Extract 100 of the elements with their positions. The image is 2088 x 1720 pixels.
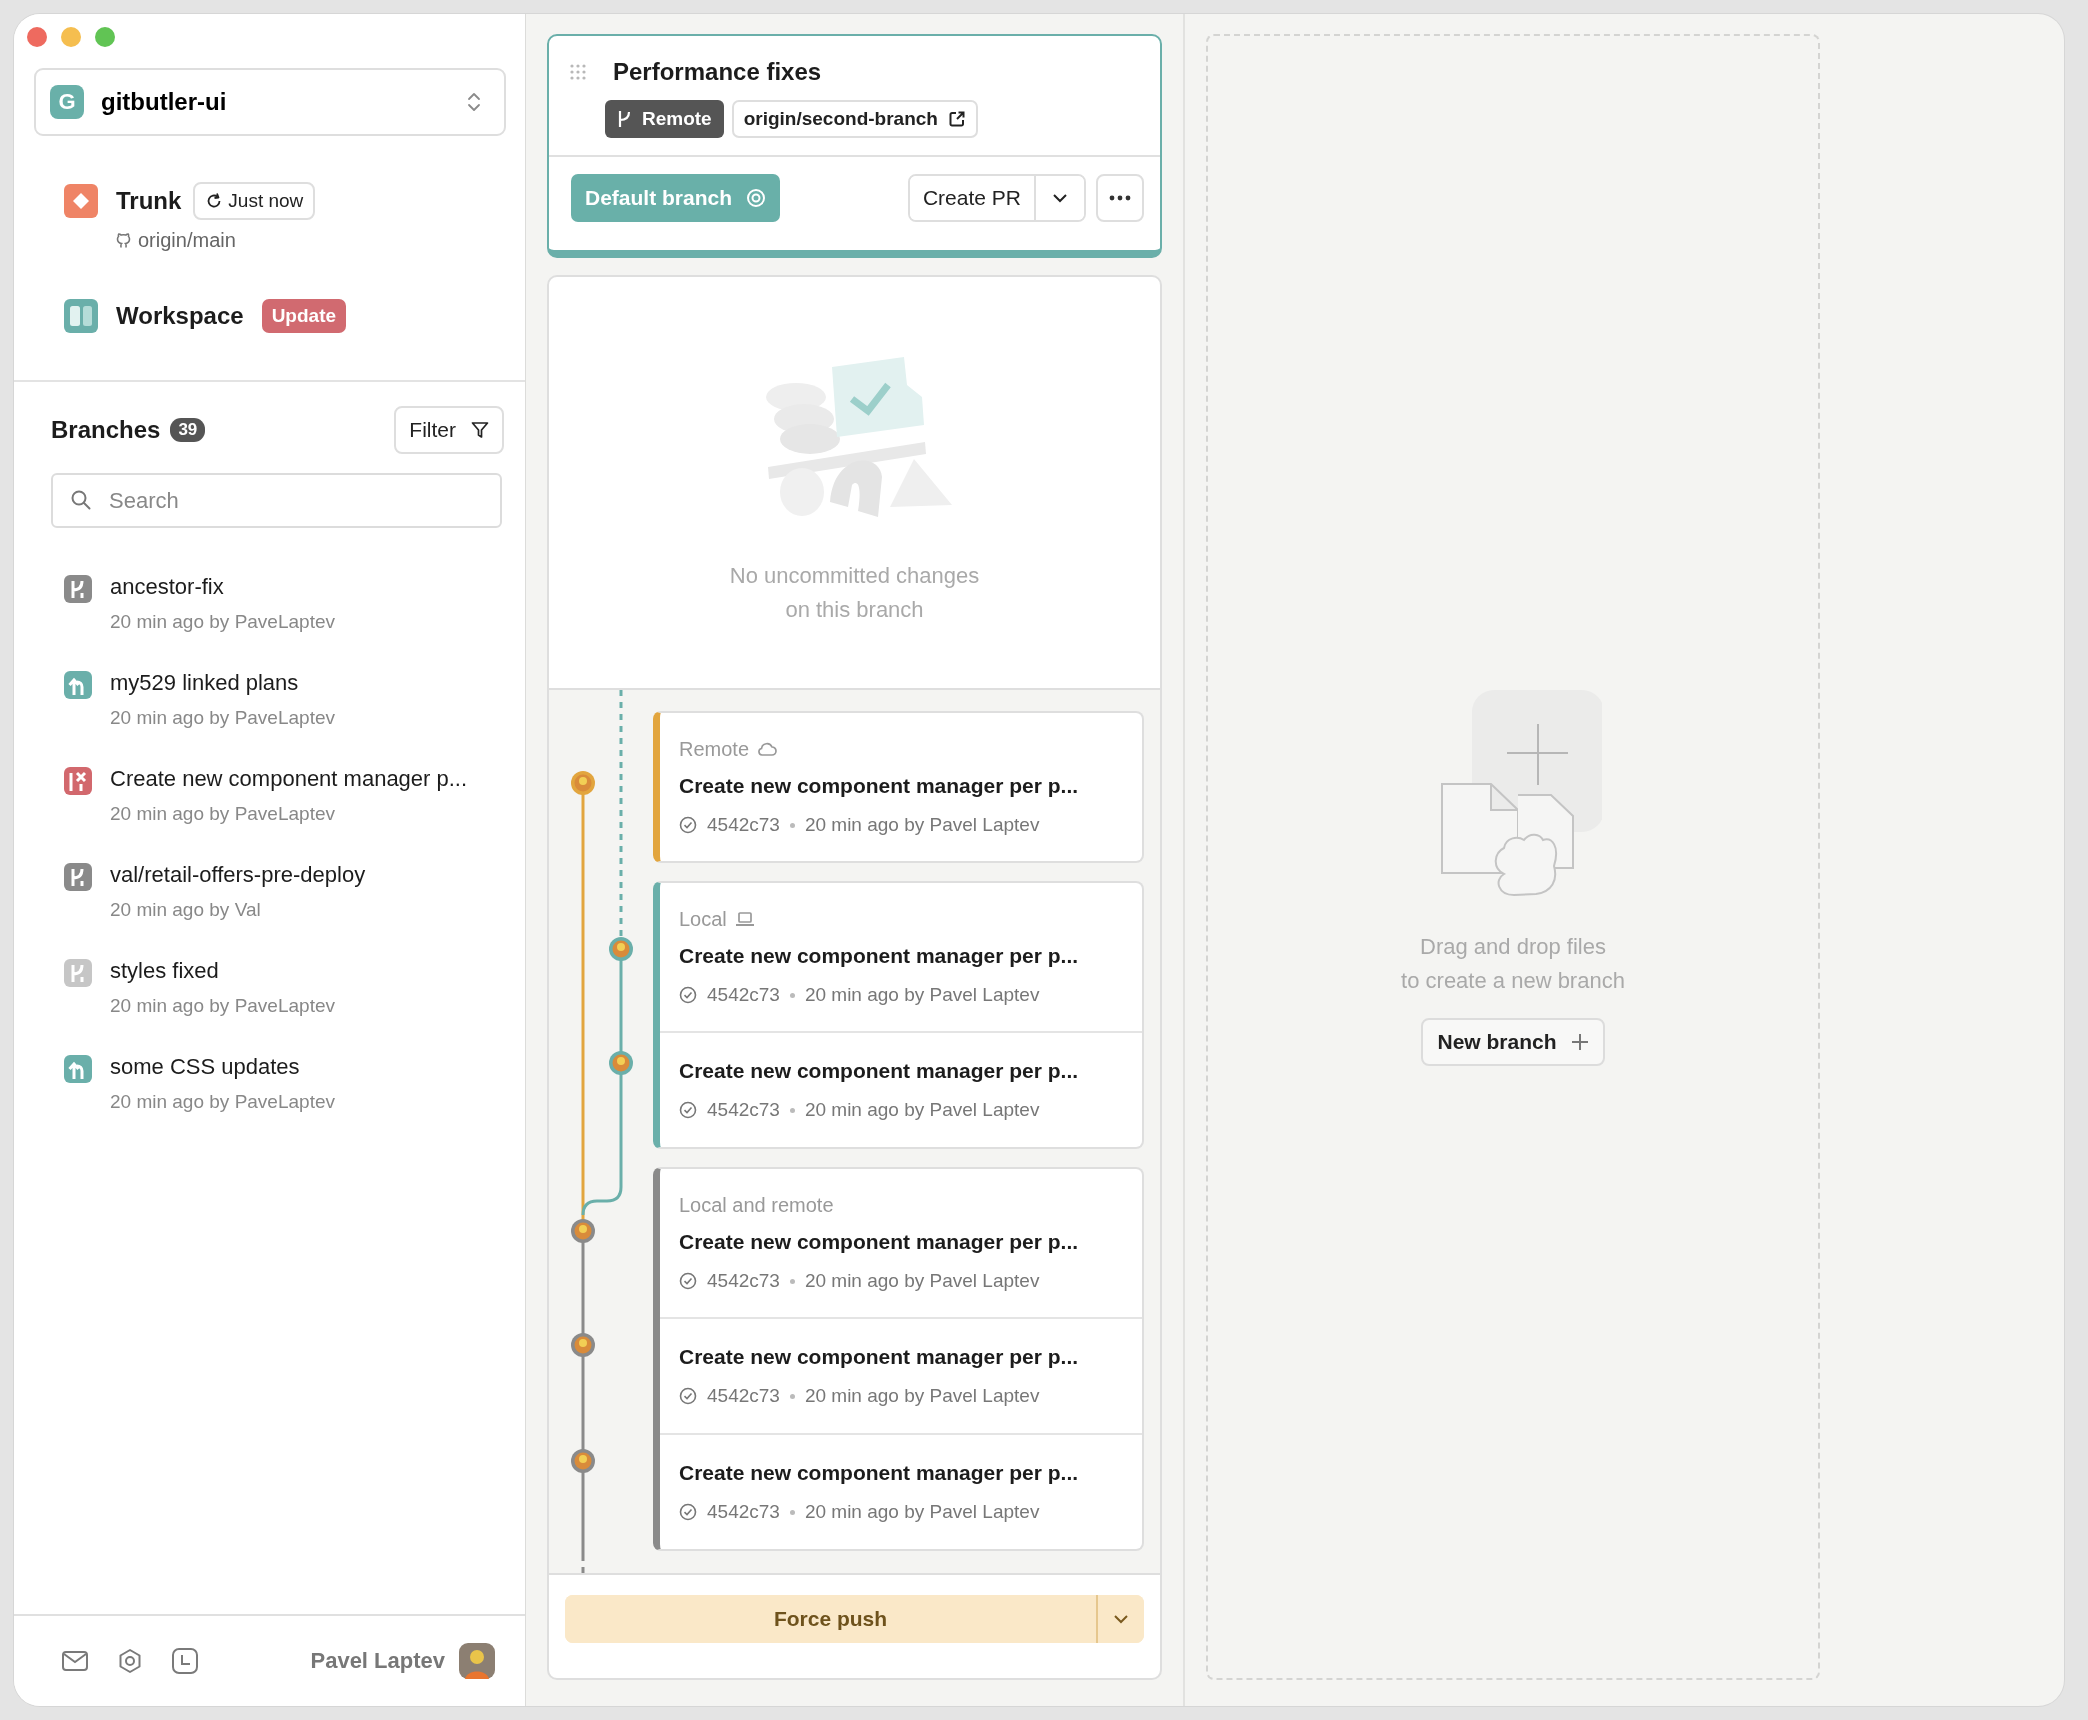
new-branch-button[interactable]: New branch — [1421, 1018, 1605, 1066]
branch-icon — [617, 110, 633, 128]
separator-dot — [789, 1278, 795, 1284]
commit-avatar — [609, 937, 633, 961]
commit-hash[interactable]: 4542c73 — [707, 1270, 780, 1292]
branch-name[interactable]: Create new component manager p... — [110, 766, 468, 792]
zoom-window-icon[interactable] — [95, 27, 115, 47]
tag-label: Remote — [642, 108, 712, 130]
branch-meta: 20 min ago by PaveLaptev — [110, 995, 335, 1017]
force-push-button[interactable]: Force push — [565, 1595, 1098, 1643]
branch-icon — [64, 863, 92, 891]
update-badge[interactable]: Update — [261, 299, 347, 333]
branch-name[interactable]: some CSS updates — [110, 1054, 335, 1080]
check-circle-icon — [679, 1503, 697, 1521]
branch-icon — [64, 767, 92, 795]
commit-meta: 20 min ago by Pavel Laptev — [804, 1501, 1040, 1523]
commit-hash[interactable]: 4542c73 — [707, 1385, 780, 1407]
commit-avatar — [571, 1333, 595, 1357]
project-avatar: G — [50, 85, 84, 119]
branch-meta: 20 min ago by PaveLaptev — [110, 1091, 335, 1113]
search-field[interactable]: Search — [51, 473, 502, 528]
commit-avatar — [609, 1051, 633, 1075]
chevron-down-icon — [1113, 1614, 1129, 1624]
branch-meta: 20 min ago by PaveLaptev — [110, 707, 335, 729]
commit-meta: 20 min ago by Pavel Laptev — [804, 814, 1040, 836]
separator-dot — [789, 1107, 795, 1113]
trunk-label[interactable]: Trunk — [116, 187, 182, 215]
commit-avatar — [571, 1219, 595, 1243]
empty-state-text: No uncommitted changes — [729, 562, 980, 590]
external-link-icon — [947, 110, 966, 128]
commit-hash[interactable]: 4542c73 — [707, 1501, 780, 1523]
chevron-down-icon — [1052, 193, 1068, 203]
branch-icon — [64, 671, 92, 699]
target-icon — [746, 188, 767, 208]
commit-group-label: Local and remote — [679, 1193, 834, 1217]
separator-dot — [789, 1509, 795, 1515]
commit-avatar — [571, 1449, 595, 1473]
remote-branch-link[interactable]: origin/second-branch — [731, 100, 978, 138]
project-selector[interactable]: G gitbutler-ui — [34, 68, 506, 136]
sync-button[interactable]: Just now — [193, 182, 316, 220]
create-pr-button[interactable]: Create PR — [909, 176, 1036, 220]
cloud-icon — [757, 741, 778, 757]
branch-icon — [64, 1055, 92, 1083]
user-avatar[interactable] — [459, 1643, 495, 1679]
branch-count: 39 — [170, 418, 206, 442]
workspace-label[interactable]: Workspace — [116, 302, 244, 330]
separator-dot — [789, 992, 795, 998]
workspace-icon — [64, 299, 98, 333]
branch-icon — [64, 959, 92, 987]
branch-meta: 20 min ago by PaveLaptev — [110, 803, 336, 825]
settings-icon[interactable] — [117, 1648, 143, 1674]
branch-name[interactable]: my529 linked plans — [110, 670, 335, 696]
branch-title[interactable]: Performance fixes — [613, 58, 822, 86]
check-circle-icon — [679, 1387, 697, 1405]
commit-group-label: Remote — [679, 737, 750, 761]
filter-icon — [470, 420, 490, 440]
commit-title[interactable]: Create new component manager per p... — [679, 1056, 1142, 1086]
filter-button[interactable]: Filter — [394, 406, 504, 454]
github-icon — [115, 232, 132, 249]
commit-meta: 20 min ago by Pavel Laptev — [804, 1385, 1040, 1407]
empty-state-text: on this branch — [785, 596, 924, 624]
commit-hash[interactable]: 4542c73 — [707, 1099, 780, 1121]
drag-handle-icon[interactable] — [569, 63, 587, 81]
branch-icon — [64, 575, 92, 603]
drop-hint-text: to create a new branch — [1401, 967, 1625, 995]
check-circle-icon — [679, 1101, 697, 1119]
commit-hash[interactable]: 4542c73 — [707, 814, 780, 836]
clock-icon[interactable] — [171, 1647, 199, 1675]
plus-icon — [1570, 1033, 1589, 1051]
branches-heading: Branches — [51, 416, 161, 444]
commit-title[interactable]: Create new component manager per p... — [679, 771, 1142, 801]
commit-title[interactable]: Create new component manager per p... — [679, 941, 1142, 971]
commit-meta: 20 min ago by Pavel Laptev — [804, 984, 1040, 1006]
commit-group-label: Local — [679, 907, 727, 931]
drop-hint-text: Drag and drop files — [1420, 933, 1606, 961]
minimize-window-icon[interactable] — [61, 27, 81, 47]
close-window-icon[interactable] — [27, 27, 47, 47]
user-name[interactable]: Pavel Laptev — [310, 1648, 445, 1674]
branch-name[interactable]: ancestor-fix — [110, 574, 335, 600]
commit-meta: 20 min ago by Pavel Laptev — [804, 1099, 1040, 1121]
chevrons-icon — [466, 90, 482, 114]
commit-avatar — [571, 771, 595, 795]
laptop-icon — [734, 911, 755, 927]
commit-title[interactable]: Create new component manager per p... — [679, 1458, 1142, 1488]
more-button[interactable] — [1096, 174, 1144, 222]
commit-meta: 20 min ago by Pavel Laptev — [804, 1270, 1040, 1292]
trunk-icon — [64, 184, 98, 218]
branch-name[interactable]: styles fixed — [110, 958, 335, 984]
separator-dot — [789, 1393, 795, 1399]
commit-title[interactable]: Create new component manager per p... — [679, 1227, 1142, 1257]
check-circle-icon — [679, 816, 697, 834]
separator-dot — [789, 822, 795, 828]
commit-title[interactable]: Create new component manager per p... — [679, 1342, 1142, 1372]
branch-name[interactable]: val/retail-offers-pre-deploy — [110, 862, 366, 888]
commit-hash[interactable]: 4542c73 — [707, 984, 780, 1006]
trunk-remote: origin/main — [138, 229, 236, 252]
mail-icon[interactable] — [61, 1649, 89, 1673]
more-icon — [1109, 195, 1131, 201]
check-circle-icon — [679, 1272, 697, 1290]
check-circle-icon — [679, 986, 697, 1004]
